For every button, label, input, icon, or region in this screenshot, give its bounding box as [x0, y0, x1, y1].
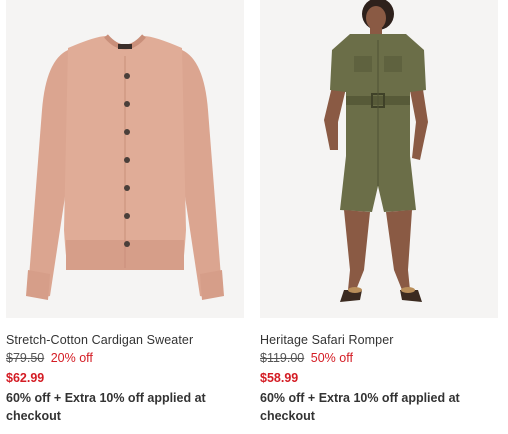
product-name[interactable]: Stretch-Cotton Cardigan Sweater: [6, 332, 244, 349]
product-card[interactable]: Stretch-Cotton Cardigan Sweater $79.50 2…: [6, 0, 244, 425]
product-image-cardigan[interactable]: [6, 0, 244, 318]
product-card[interactable]: Heritage Safari Romper $119.00 50% off $…: [260, 0, 498, 425]
original-price: $119.00: [260, 351, 305, 365]
sale-price: $58.99: [260, 371, 299, 385]
discount-percent: 50% off: [310, 351, 353, 365]
product-image-romper[interactable]: [260, 0, 498, 318]
sale-price: $62.99: [6, 371, 45, 385]
original-price: $79.50: [6, 351, 45, 365]
promo-text: 60% off + Extra 10% off applied at check…: [6, 391, 206, 423]
cardigan-image: [26, 34, 224, 300]
price-row: $79.50 20% off: [6, 350, 244, 367]
product-name[interactable]: Heritage Safari Romper: [260, 332, 498, 349]
romper-image: [324, 0, 428, 302]
promo-text: 60% off + Extra 10% off applied at check…: [260, 391, 460, 423]
discount-percent: 20% off: [50, 351, 93, 365]
price-row: $119.00 50% off: [260, 350, 498, 367]
